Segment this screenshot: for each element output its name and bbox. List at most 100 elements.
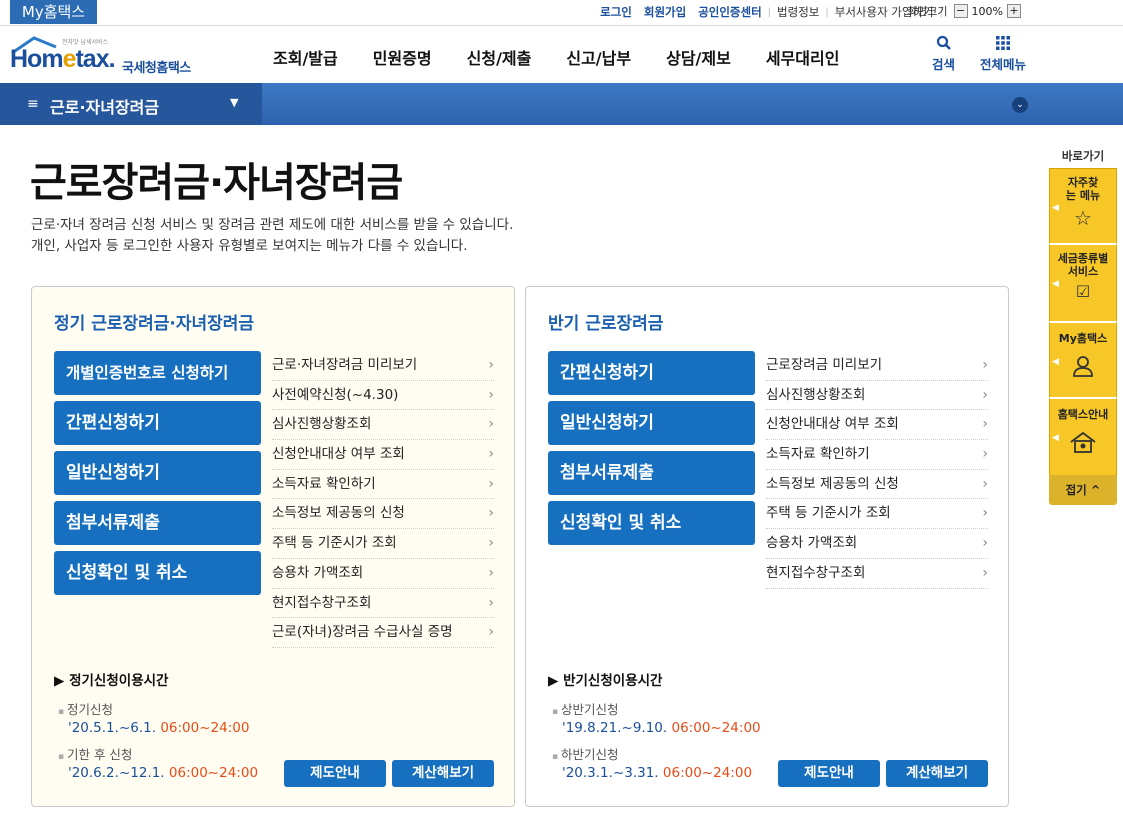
zoom-in-button[interactable]: +: [1007, 4, 1021, 18]
usage-time-section: ▶ 정기신청이용시간 정기신청 '20.5.1.~6.1. 06:00~24:0…: [54, 669, 258, 789]
chevron-down-icon[interactable]: ⌄: [1012, 97, 1028, 113]
list-item[interactable]: 소득자료 확인하기 ›: [272, 470, 494, 500]
calculate-button[interactable]: 계산해보기: [886, 760, 988, 787]
link-label: 소득정보 제공동의 신청: [766, 475, 899, 492]
guide-button[interactable]: 제도안내: [778, 760, 880, 787]
search-icon: [936, 35, 951, 50]
link-label: 근로장려금 미리보기: [766, 357, 883, 373]
link-label: 심사진행상황조회: [272, 416, 372, 433]
list-item[interactable]: 신청안내대상 여부 조회 ›: [272, 440, 494, 470]
list-item[interactable]: 주택 등 기준시가 조회 ›: [272, 529, 494, 559]
guide-button[interactable]: 제도안내: [284, 760, 386, 787]
page-title: 근로장려금·자녀장려금: [30, 160, 403, 206]
submit-documents-button[interactable]: 첨부서류제출: [54, 501, 261, 545]
desc-line-1: 근로·자녀 장려금 신청 서비스 및 장려금 관련 제도에 대한 서비스를 받을…: [31, 217, 514, 233]
quick-favorites[interactable]: 자주찾는 메뉴 ☆ ◀: [1049, 168, 1117, 243]
general-apply-button[interactable]: 일반신청하기: [54, 451, 261, 495]
list-item[interactable]: 승용차 가액조회 ›: [272, 559, 494, 589]
list-item[interactable]: 근로장려금 미리보기 ›: [766, 351, 988, 381]
checkbox-icon: ☑: [1075, 282, 1091, 301]
cert-center-link[interactable]: 공인인증센터: [698, 4, 761, 20]
time-date: '20.5.1.~6.1.: [68, 720, 157, 736]
list-item[interactable]: 소득정보 제공동의 신청 ›: [766, 470, 988, 500]
chevron-right-icon: ›: [488, 357, 494, 373]
list-item[interactable]: 현지접수창구조회 ›: [272, 589, 494, 619]
main-header: 전자맛 납세서비스 Hometax. 국세청홈택스 조회/발급 민원증명 신청/…: [0, 27, 1123, 83]
time-date: '19.8.21.~9.10.: [562, 720, 668, 736]
caret-down-icon: ▼: [230, 96, 239, 109]
list-item[interactable]: 소득정보 제공동의 신청 ›: [272, 499, 494, 530]
list-item[interactable]: 사전예약신청(~4.30) ›: [272, 381, 494, 411]
time-label: 상반기신청: [552, 699, 761, 718]
link-label: 신청안내대상 여부 조회: [766, 416, 899, 433]
list-item[interactable]: 승용차 가액조회 ›: [766, 529, 988, 559]
usage-time-title: ▶ 정기신청이용시간: [54, 673, 169, 689]
quick-label: 세금종류별 서비스: [1057, 252, 1109, 278]
top-links: 로그인 회원가입 공인인증센터 | 법령정보 | 부서사용자 가입하기 |: [594, 4, 943, 20]
all-menu-button[interactable]: 전체메뉴: [980, 35, 1026, 73]
gnb-item-report-pay[interactable]: 신고/납부: [566, 45, 631, 69]
chevron-right-icon: ›: [982, 357, 988, 373]
chevron-right-icon: ›: [982, 535, 988, 552]
gnb-item-certificate[interactable]: 민원증명: [373, 45, 432, 69]
list-item[interactable]: 소득자료 확인하기 ›: [766, 440, 988, 470]
fold-button[interactable]: 접기 ^: [1049, 475, 1117, 505]
list-item[interactable]: 심사진행상황조회 ›: [272, 410, 494, 441]
login-link[interactable]: 로그인: [600, 4, 632, 20]
list-item[interactable]: 근로(자녀)장려금 수급사실 증명 ›: [272, 618, 494, 648]
zoom-out-button[interactable]: −: [953, 4, 968, 18]
list-item[interactable]: 주택 등 기준시가 조회 ›: [766, 499, 988, 530]
check-cancel-button[interactable]: 신청확인 및 취소: [54, 551, 261, 595]
link-label: 주택 등 기준시가 조회: [272, 535, 397, 552]
quick-tax-services[interactable]: 세금종류별 서비스 ☑ ◀: [1049, 243, 1117, 321]
simple-apply-button[interactable]: 간편신청하기: [54, 401, 261, 445]
list-item[interactable]: 심사진행상황조회 ›: [766, 381, 988, 411]
link-label: 소득자료 확인하기: [766, 446, 870, 463]
location-arrow: [249, 83, 262, 125]
gnb-item-consult[interactable]: 상담/제보: [666, 45, 731, 69]
law-info-link[interactable]: 법령정보: [777, 4, 819, 20]
quick-my-hometax[interactable]: My홈택스 ◀: [1049, 321, 1117, 397]
chevron-right-icon: ›: [982, 505, 988, 522]
logo-wordmark: Hometax.: [10, 45, 116, 74]
star-icon: ☆: [1074, 206, 1092, 230]
chevron-right-icon: ›: [982, 386, 988, 403]
time-date: '20.6.2.~12.1.: [68, 765, 165, 781]
time-hours: 06:00~24:00: [671, 720, 761, 736]
calculate-button[interactable]: 계산해보기: [392, 760, 494, 787]
general-apply-button[interactable]: 일반신청하기: [548, 401, 755, 445]
quick-hometax-guide[interactable]: 홈택스안내 ◀: [1049, 397, 1117, 475]
simple-apply-button[interactable]: 간편신청하기: [548, 351, 755, 395]
gnb-item-lookup[interactable]: 조회/발급: [273, 45, 338, 69]
link-label: 주택 등 기준시가 조회: [766, 505, 891, 522]
link-label: 소득정보 제공동의 신청: [272, 505, 405, 522]
time-value: '20.6.2.~12.1. 06:00~24:00: [68, 765, 258, 781]
triangle-left-icon: ◀: [1052, 279, 1059, 289]
gnb-item-apply[interactable]: 신청/제출: [467, 45, 532, 69]
gnb-item-tax-agent[interactable]: 세무대리인: [766, 45, 840, 69]
check-cancel-button[interactable]: 신청확인 및 취소: [548, 501, 755, 545]
my-hometax-tab[interactable]: My홈택스: [10, 0, 97, 24]
panel-title: 정기 근로장려금·자녀장려금: [54, 314, 255, 334]
hometax-logo[interactable]: 전자맛 납세서비스 Hometax. 국세청홈택스: [10, 33, 210, 77]
list-item[interactable]: 근로·자녀장려금 미리보기 ›: [272, 351, 494, 381]
time-value: '19.8.21.~9.10. 06:00~24:00: [562, 720, 761, 736]
search-button[interactable]: 검색: [932, 35, 955, 73]
zoom-control: 화면크기 − 100% +: [907, 3, 1025, 19]
signup-link[interactable]: 회원가입: [644, 4, 686, 20]
hamburger-icon: ≡: [27, 96, 39, 112]
list-item[interactable]: 현지접수창구조회 ›: [766, 559, 988, 589]
location-dropdown[interactable]: ≡ 근로·자녀장려금 ▼: [0, 83, 262, 125]
list-item[interactable]: 신청안내대상 여부 조회 ›: [766, 410, 988, 441]
chevron-right-icon: ›: [488, 416, 494, 433]
chevron-right-icon: ›: [488, 475, 494, 492]
all-menu-label: 전체메뉴: [980, 57, 1027, 72]
chevron-right-icon: ›: [982, 564, 988, 581]
submit-documents-button[interactable]: 첨부서류제출: [548, 451, 755, 495]
time-hours: 06:00~24:00: [662, 765, 753, 781]
chevron-right-icon: ›: [488, 624, 494, 641]
house-icon: [1070, 431, 1096, 453]
apply-with-auth-number-button[interactable]: 개별인증번호로 신청하기: [54, 351, 261, 395]
chevron-right-icon: ›: [488, 386, 494, 403]
time-hours: 06:00~24:00: [160, 720, 250, 736]
